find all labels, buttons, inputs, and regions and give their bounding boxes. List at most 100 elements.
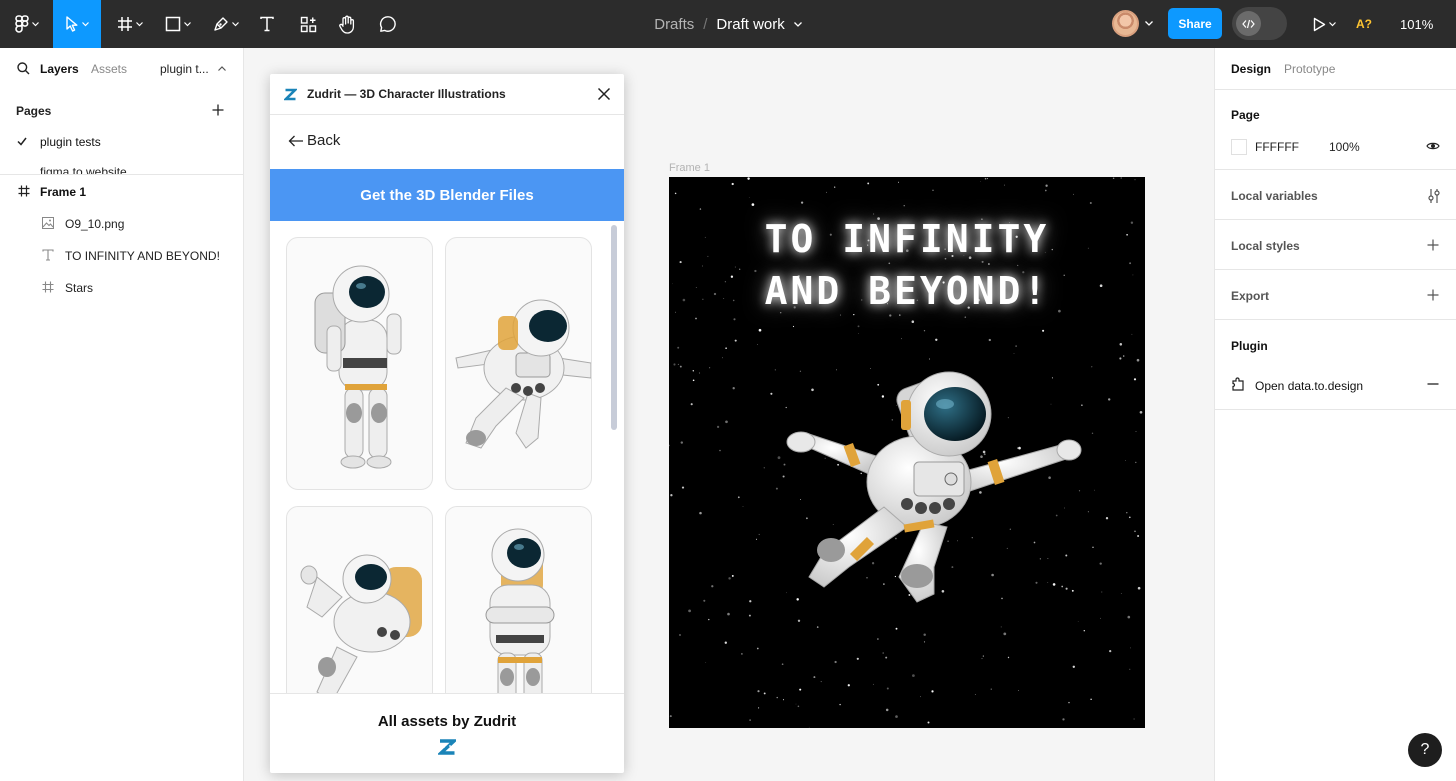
tab-design[interactable]: Design bbox=[1231, 62, 1271, 76]
illustration-card[interactable] bbox=[286, 237, 433, 490]
page-opacity-value[interactable]: 100% bbox=[1329, 140, 1360, 154]
star bbox=[757, 344, 759, 345]
page-selector[interactable]: plugin t... bbox=[160, 62, 209, 76]
frame-tool-button[interactable] bbox=[112, 0, 148, 48]
star bbox=[1128, 516, 1131, 519]
illustration-card[interactable] bbox=[286, 506, 433, 693]
export-section[interactable]: Export bbox=[1215, 270, 1456, 320]
star bbox=[781, 663, 784, 666]
chevron-down-icon bbox=[82, 21, 89, 26]
plus-icon[interactable] bbox=[1427, 289, 1439, 301]
star bbox=[980, 180, 981, 182]
layer-image[interactable]: O9_10.png bbox=[0, 207, 243, 239]
layer-label: TO INFINITY AND BEYOND! bbox=[65, 249, 220, 263]
star bbox=[724, 641, 727, 644]
star bbox=[1089, 201, 1092, 205]
star bbox=[935, 338, 938, 341]
star bbox=[901, 338, 902, 340]
share-button[interactable]: Share bbox=[1168, 8, 1222, 39]
star bbox=[1107, 398, 1111, 401]
plugin-puzzle-icon bbox=[1232, 377, 1244, 391]
hand-tool-button[interactable] bbox=[336, 0, 358, 48]
zudrit-logo-icon[interactable] bbox=[438, 738, 456, 756]
tab-layers[interactable]: Layers bbox=[40, 62, 79, 76]
plugin-header[interactable]: Zudrit — 3D Character Illustrations bbox=[270, 74, 624, 115]
text-tool-button[interactable] bbox=[256, 0, 278, 48]
local-variables-label: Local variables bbox=[1231, 189, 1318, 203]
star bbox=[927, 721, 930, 724]
comment-tool-button[interactable] bbox=[377, 0, 399, 48]
illustration-card[interactable] bbox=[445, 506, 592, 693]
star bbox=[716, 425, 720, 429]
illustration-card[interactable] bbox=[445, 237, 592, 490]
help-button[interactable]: ? bbox=[1408, 733, 1442, 767]
star bbox=[1092, 546, 1094, 548]
eye-icon[interactable] bbox=[1426, 141, 1440, 151]
present-button[interactable] bbox=[1306, 0, 1342, 48]
frame-icon bbox=[42, 281, 54, 293]
zoom-level[interactable]: 101% bbox=[1400, 0, 1433, 48]
search-icon[interactable] bbox=[17, 62, 30, 75]
layer-frame-1[interactable]: Frame 1 bbox=[0, 175, 243, 207]
file-name[interactable]: Draft work bbox=[716, 16, 784, 33]
star bbox=[708, 618, 710, 621]
back-button[interactable]: Back bbox=[288, 132, 340, 149]
check-icon bbox=[17, 137, 27, 146]
page-color-swatch[interactable] bbox=[1231, 139, 1247, 155]
export-label: Export bbox=[1231, 289, 1270, 303]
shape-tool-button[interactable] bbox=[160, 0, 196, 48]
local-variables-section[interactable]: Local variables bbox=[1215, 170, 1456, 220]
grid-scrollbar-thumb[interactable] bbox=[611, 225, 617, 430]
star bbox=[797, 705, 800, 708]
user-avatar[interactable] bbox=[1112, 10, 1139, 37]
frame-label[interactable]: Frame 1 bbox=[669, 162, 710, 174]
tab-assets[interactable]: Assets bbox=[91, 62, 127, 76]
chevron-up-icon[interactable] bbox=[218, 66, 226, 71]
star bbox=[839, 703, 841, 706]
star bbox=[1135, 461, 1137, 464]
star bbox=[756, 647, 759, 650]
star bbox=[974, 694, 976, 695]
star bbox=[757, 690, 760, 693]
plus-icon[interactable] bbox=[1427, 239, 1439, 251]
resources-tool-button[interactable] bbox=[297, 0, 319, 48]
frame-1[interactable]: TO INFINITY AND BEYOND! bbox=[669, 177, 1145, 728]
page-item-plugin-tests[interactable]: plugin tests bbox=[0, 130, 243, 154]
minus-icon[interactable] bbox=[1427, 383, 1439, 385]
add-page-icon[interactable] bbox=[212, 104, 224, 116]
ai-badge[interactable]: A? bbox=[1356, 0, 1372, 48]
comment-icon bbox=[379, 16, 396, 32]
close-icon[interactable] bbox=[596, 86, 612, 102]
breadcrumb-drafts-link[interactable]: Drafts bbox=[654, 16, 694, 33]
star bbox=[1099, 562, 1102, 565]
star bbox=[856, 657, 859, 660]
page-item-label: figma to website bbox=[40, 165, 127, 174]
star bbox=[813, 676, 816, 679]
star bbox=[795, 703, 797, 705]
star bbox=[727, 612, 730, 616]
pen-tool-button[interactable] bbox=[208, 0, 244, 48]
page-color-value[interactable]: FFFFFF bbox=[1255, 140, 1299, 154]
main-menu-button[interactable] bbox=[10, 0, 44, 48]
dev-mode-toggle[interactable] bbox=[1232, 7, 1287, 40]
chevron-down-icon[interactable] bbox=[1145, 21, 1153, 26]
tab-prototype[interactable]: Prototype bbox=[1284, 62, 1335, 76]
left-panel: Layers Assets plugin t... Pages plugin t… bbox=[0, 48, 244, 781]
star bbox=[882, 652, 884, 654]
local-styles-section[interactable]: Local styles bbox=[1215, 220, 1456, 270]
figma-logo-icon bbox=[15, 15, 29, 33]
star bbox=[1112, 177, 1115, 180]
star bbox=[1101, 591, 1103, 593]
layer-text[interactable]: TO INFINITY AND BEYOND! bbox=[0, 239, 243, 271]
plugin-section: Plugin Open data.to.design bbox=[1215, 320, 1456, 410]
chevron-down-icon[interactable] bbox=[793, 21, 802, 27]
sliders-icon[interactable] bbox=[1427, 188, 1441, 204]
layer-stars[interactable]: Stars bbox=[0, 271, 243, 303]
frame-title: TO INFINITY AND BEYOND! bbox=[669, 213, 1145, 317]
page-item-figma-to-website[interactable]: figma to website bbox=[0, 160, 243, 174]
star bbox=[932, 189, 934, 191]
plugin-item-label[interactable]: Open data.to.design bbox=[1255, 379, 1363, 393]
plugin-footer: All assets by Zudrit bbox=[270, 693, 624, 773]
get-blender-files-button[interactable]: Get the 3D Blender Files bbox=[270, 169, 624, 221]
move-tool-button[interactable] bbox=[53, 0, 101, 48]
